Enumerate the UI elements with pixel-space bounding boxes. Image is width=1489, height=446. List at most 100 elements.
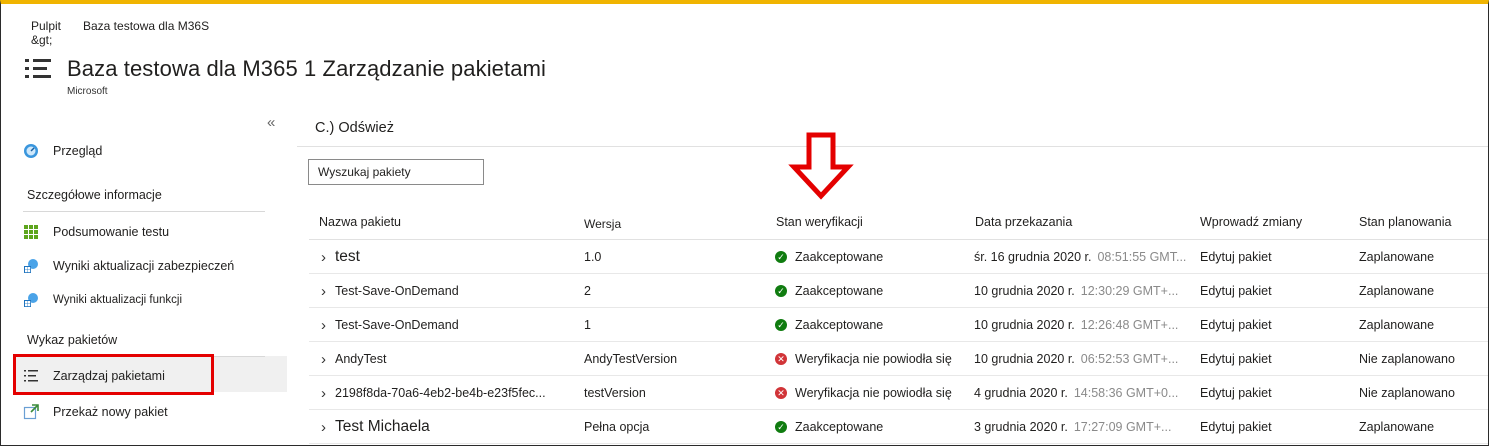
verification-status: ✓ Zaakceptowane [775, 410, 963, 444]
refresh-button[interactable]: C.) Odśwież [315, 120, 394, 136]
package-version: 1 [584, 318, 591, 332]
highlight-box [13, 354, 214, 395]
breadcrumb: Pulpit &gt; Baza testowa dla M36S [27, 19, 209, 47]
chevron-right-icon[interactable]: › [321, 385, 331, 402]
sidebar-item-label: Podsumowanie testu [53, 225, 170, 239]
check-circle-icon: ✓ [775, 285, 787, 297]
check-circle-icon: ✓ [775, 251, 787, 263]
upload-time-text: 08:51:55 GMT... [1097, 250, 1187, 264]
sidebar-item-feature-results[interactable]: Wyniki aktualizacji funkcji [23, 289, 182, 311]
verification-status: ✕ Weryfikacja nie powiodła się [775, 376, 963, 410]
upload-date-text: 10 grudnia 2020 r. [974, 284, 1075, 298]
package-version: 2 [584, 284, 591, 298]
upload-date-text: 10 grudnia 2020 r. [974, 318, 1075, 332]
upload-icon [23, 404, 39, 420]
edit-package-link[interactable]: Edytuj pakiet [1200, 410, 1340, 444]
package-name: test [335, 248, 360, 265]
chevron-right-icon[interactable]: › [321, 283, 331, 300]
edit-package-link[interactable]: Edytuj pakiet [1200, 308, 1340, 342]
list-icon [25, 56, 53, 82]
package-version: testVersion [584, 386, 646, 400]
chevron-right-icon[interactable]: › [321, 317, 331, 334]
chevron-right-icon[interactable]: › [321, 351, 331, 368]
package-version: 1.0 [584, 250, 602, 264]
package-version: AndyTestVersion [584, 352, 678, 366]
schedule-status: Zaplanowane [1359, 318, 1435, 332]
schedule-status: Zaplanowane [1359, 420, 1435, 434]
collapse-sidebar-button[interactable]: « [267, 114, 275, 131]
schedule-status: Zaplanowane [1359, 284, 1435, 298]
package-name: 2198f8da-70a6-4eb2-be4b-e23f5fec... [335, 386, 546, 400]
table-row[interactable]: › 2198f8da-70a6-4eb2-be4b-e23f5fec... test… [309, 376, 1488, 410]
check-circle-icon: ✓ [775, 319, 787, 331]
package-name: AndyTest [335, 352, 387, 366]
table-row[interactable]: › Test-Save-OnDemand 2 ✓ Zaakceptowane 10 gru… [309, 274, 1488, 308]
upload-date-text: 3 grudnia 2020 r. [974, 420, 1068, 434]
gauge-icon [23, 143, 39, 159]
column-header-date[interactable]: Data przekazania [975, 215, 1072, 229]
upload-date: 3 grudnia 2020 r. 17:27:09 GMT+... [974, 410, 1189, 444]
column-header-plan[interactable]: Stan planowania [1359, 215, 1451, 229]
search-input[interactable] [308, 159, 484, 185]
upload-date: 4 grudnia 2020 r. 14:58:36 GMT+0... [974, 376, 1189, 410]
verification-status: ✓ Zaakceptowane [775, 240, 963, 274]
upload-time-text: 12:26:48 GMT+... [1080, 318, 1179, 332]
chevron-right-icon[interactable]: › [321, 419, 331, 436]
column-header-name[interactable]: Nazwa pakietu [319, 215, 401, 229]
edit-package-link[interactable]: Edytuj pakiet [1200, 376, 1340, 410]
package-version: Pełna opcja [584, 420, 650, 434]
package-name: Test-Save-OnDemand [335, 318, 459, 332]
edit-package-link[interactable]: Edytuj pakiet [1200, 342, 1340, 376]
column-header-version[interactable]: Wersja [584, 217, 621, 231]
upload-time-text: 12:30:29 GMT+... [1080, 284, 1179, 298]
package-name-cell[interactable]: › Test-Save-OnDemand [321, 308, 583, 342]
sidebar-divider [23, 211, 265, 212]
verification-status: ✓ Zaakceptowane [775, 274, 963, 308]
upload-date-text: śr. 16 grudnia 2020 r. [974, 250, 1092, 264]
column-header-edit[interactable]: Wprowadź zmiany [1200, 215, 1302, 229]
edit-package-link[interactable]: Edytuj pakiet [1200, 274, 1340, 308]
schedule-status: Nie zaplanowano [1359, 386, 1455, 400]
sidebar-item-label: Wyniki aktualizacji zabezpieczeń [53, 259, 235, 273]
package-name: Test-Save-OnDemand [335, 284, 459, 298]
sidebar-item-label: Wyniki aktualizacji funkcji [53, 294, 182, 306]
upload-date: 10 grudnia 2020 r. 12:30:29 GMT+... [974, 274, 1189, 308]
windows-update-icon [23, 292, 39, 308]
upload-time-text: 06:52:53 GMT+... [1080, 352, 1179, 366]
sidebar-item-overview[interactable]: Przegląd [23, 140, 102, 162]
breadcrumb-current[interactable]: Baza testowa dla M36S [83, 19, 209, 47]
breadcrumb-home[interactable]: Pulpit &gt; [31, 19, 83, 47]
edit-package-link[interactable]: Edytuj pakiet [1200, 240, 1340, 274]
upload-time-text: 17:27:09 GMT+... [1073, 420, 1172, 434]
upload-time-text: 14:58:36 GMT+0... [1073, 386, 1179, 400]
table-row[interactable]: › Test Michaela Pełna opcja ✓ Zaakceptowane 3… [309, 410, 1488, 444]
column-header-status[interactable]: Stan weryfikacji [776, 215, 863, 229]
package-name-cell[interactable]: › Test-Save-OnDemand [321, 274, 583, 308]
check-circle-icon: ✓ [775, 421, 787, 433]
title-row: Baza testowa dla M365 1 Zarządzanie paki… [25, 56, 546, 82]
sidebar-item-security-results[interactable]: Wyniki aktualizacji zabezpieczeń [23, 255, 234, 277]
package-name-cell[interactable]: › Test Michaela [321, 410, 583, 444]
down-arrow-icon [788, 132, 854, 200]
error-circle-icon: ✕ [775, 353, 787, 365]
sidebar-item-upload-package[interactable]: Przekaż nowy pakiet [23, 401, 168, 423]
sidebar-item-label: Przekaż nowy pakiet [53, 405, 168, 419]
upload-date: śr. 16 grudnia 2020 r. 08:51:55 GMT... [974, 240, 1189, 274]
package-name-cell[interactable]: › test [321, 240, 583, 274]
package-name-cell[interactable]: › AndyTest [321, 342, 583, 376]
status-text: Zaakceptowane [795, 318, 884, 332]
package-name-cell[interactable]: › 2198f8da-70a6-4eb2-be4b-e23f5fec... [321, 376, 583, 410]
verification-status: ✕ Weryfikacja nie powiodła się [775, 342, 963, 376]
section-details-label: Szczegółowe informacje [27, 188, 162, 202]
schedule-status: Zaplanowane [1359, 250, 1435, 264]
grid-icon [23, 224, 39, 240]
table-row[interactable]: › AndyTest AndyTestVersion ✕ Weryfikacja nie… [309, 342, 1488, 376]
status-text: Zaakceptowane [795, 420, 884, 434]
table-row[interactable]: › Test-Save-OnDemand 1 ✓ Zaakceptowane 10 gru… [309, 308, 1488, 342]
package-name: Test Michaela [335, 418, 430, 435]
chevron-right-icon[interactable]: › [321, 249, 331, 266]
table-row[interactable]: › test 1.0 ✓ Zaakceptowane śr. 16 grudnia 202… [309, 240, 1488, 274]
section-packages-label: Wykaz pakietów [27, 333, 118, 347]
sidebar-item-test-summary[interactable]: Podsumowanie testu [23, 221, 169, 243]
windows-update-icon [23, 258, 39, 274]
